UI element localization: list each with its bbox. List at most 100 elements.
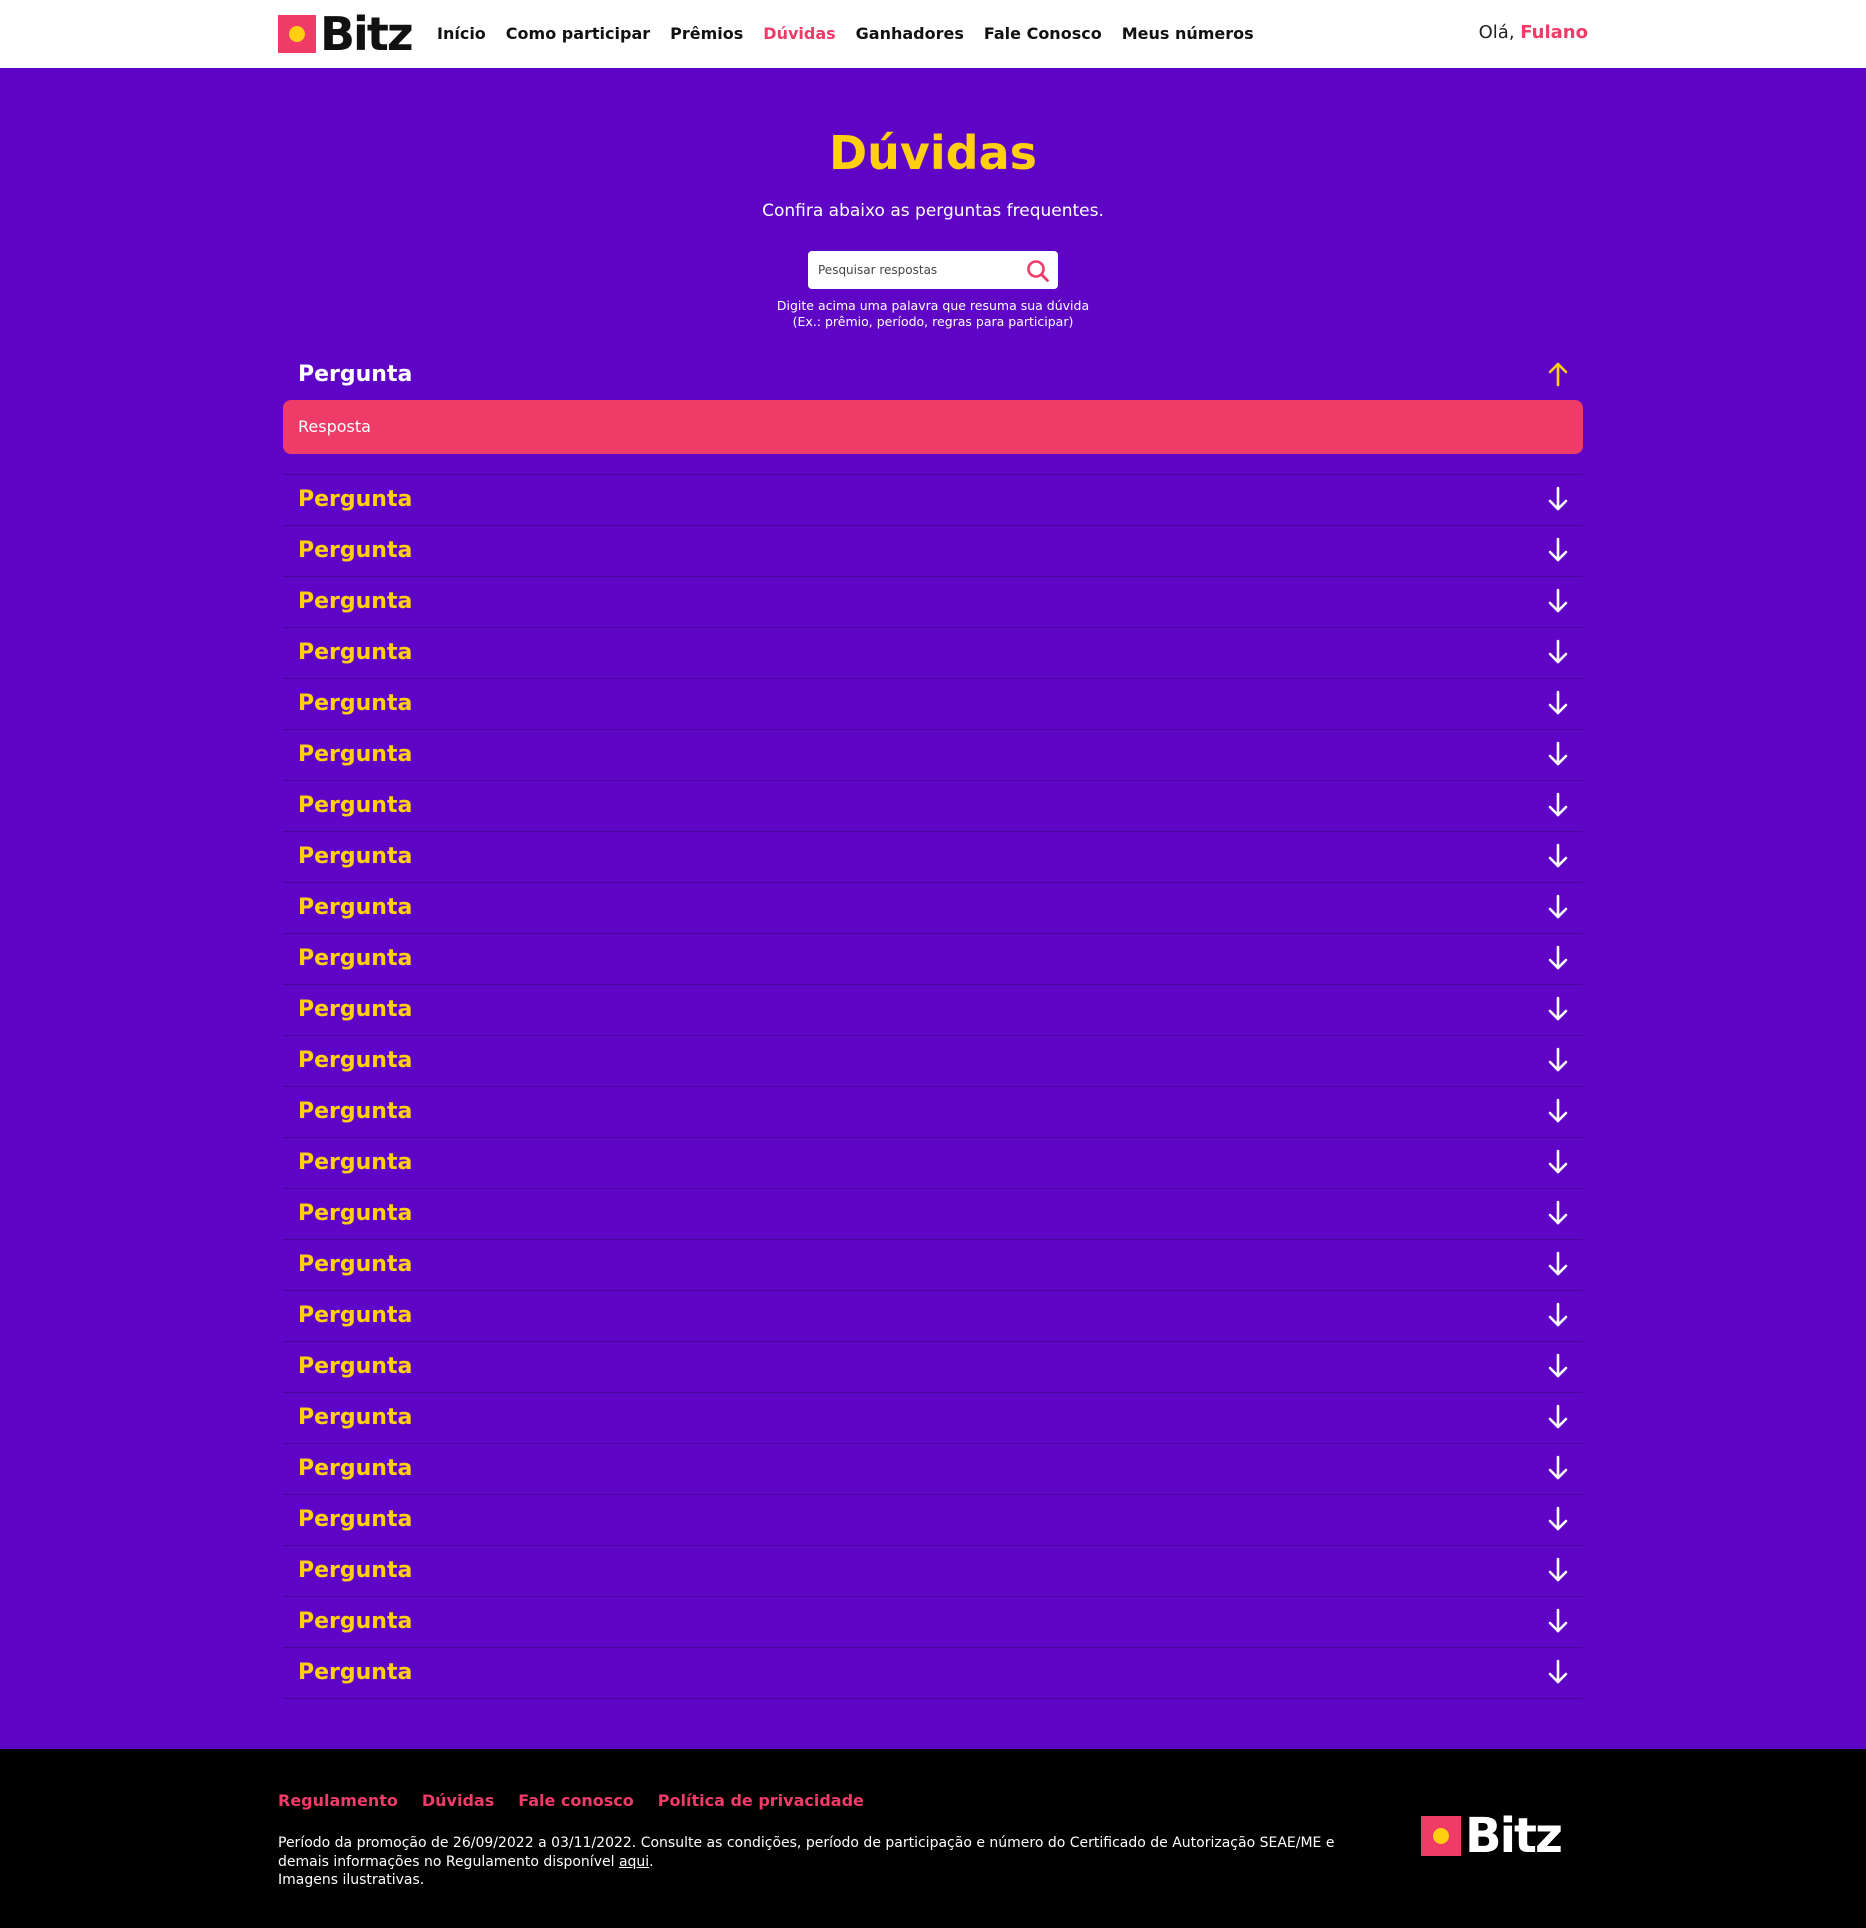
search-input[interactable] [808, 251, 1018, 289]
faq-question-toggle[interactable]: Pergunta [283, 1138, 1583, 1188]
arrow-down-icon[interactable] [1547, 1659, 1569, 1685]
faq-question-toggle[interactable]: Pergunta [283, 985, 1583, 1035]
user-name[interactable]: Fulano [1520, 22, 1588, 43]
greeting-text: Olá, [1478, 22, 1515, 43]
faq-question-toggle[interactable]: Pergunta [283, 1648, 1583, 1698]
nav-item-meus-numeros[interactable]: Meus números [1122, 24, 1254, 43]
faq-question: Pergunta [298, 362, 413, 387]
arrow-down-icon[interactable] [1547, 588, 1569, 614]
faq-question-toggle[interactable]: Pergunta [283, 730, 1583, 780]
faq-item: Pergunta [283, 1495, 1583, 1546]
arrow-down-icon[interactable] [1547, 894, 1569, 920]
page-subtitle: Confira abaixo as perguntas frequentes. [762, 201, 1104, 221]
arrow-down-icon[interactable] [1547, 996, 1569, 1022]
faq-question-toggle[interactable]: Pergunta [283, 1240, 1583, 1290]
faq-question-toggle[interactable]: Pergunta [283, 1036, 1583, 1086]
arrow-down-icon[interactable] [1547, 1455, 1569, 1481]
faq-question-toggle[interactable]: Pergunta [283, 1393, 1583, 1443]
faq-question: Pergunta [298, 1507, 413, 1532]
arrow-down-icon[interactable] [1547, 486, 1569, 512]
faq-question-toggle[interactable]: Pergunta [283, 350, 1583, 400]
faq-question: Pergunta [298, 487, 413, 512]
footer-link-duvidas[interactable]: Dúvidas [422, 1791, 494, 1810]
arrow-down-icon[interactable] [1547, 1251, 1569, 1277]
arrow-up-icon[interactable] [1547, 361, 1569, 387]
faq-item: Pergunta [283, 628, 1583, 679]
main-nav: Início Como participar Prêmios Dúvidas Ganha… [437, 24, 1254, 43]
search-hint: Digite acima uma palavra que resuma sua … [0, 298, 1866, 330]
faq-item: Pergunta [283, 1189, 1583, 1240]
footer-text-line2: demais informações no Regulamento dispon… [278, 1853, 1348, 1872]
faq-question-toggle[interactable]: Pergunta [283, 526, 1583, 576]
nav-item-duvidas[interactable]: Dúvidas [763, 24, 835, 43]
header-logo[interactable]: Bitz [278, 7, 414, 61]
footer-text-line3: Imagens ilustrativas. [278, 1872, 425, 1888]
faq-question-toggle[interactable]: Pergunta [283, 679, 1583, 729]
faq-item: Pergunta [283, 1138, 1583, 1189]
faq-question-toggle[interactable]: Pergunta [283, 1444, 1583, 1494]
arrow-down-icon[interactable] [1547, 741, 1569, 767]
faq-question-toggle[interactable]: Pergunta [283, 1546, 1583, 1596]
faq-question: Pergunta [298, 895, 413, 920]
footer-legal-text: Período da promoção de 26/09/2022 a 03/1… [278, 1834, 1348, 1890]
faq-question-toggle[interactable]: Pergunta [283, 1342, 1583, 1392]
arrow-down-icon[interactable] [1547, 1506, 1569, 1532]
faq-item: Pergunta [283, 1036, 1583, 1087]
arrow-down-icon[interactable] [1547, 1200, 1569, 1226]
faq-item: Pergunta [283, 526, 1583, 577]
arrow-down-icon[interactable] [1547, 1557, 1569, 1583]
faq-item: Pergunta [283, 1240, 1583, 1291]
footer-link-fale-conosco[interactable]: Fale conosco [518, 1791, 634, 1810]
arrow-down-icon[interactable] [1547, 1608, 1569, 1634]
faq-question-toggle[interactable]: Pergunta [283, 883, 1583, 933]
arrow-down-icon[interactable] [1547, 1302, 1569, 1328]
faq-question-toggle[interactable]: Pergunta [283, 628, 1583, 678]
nav-item-inicio[interactable]: Início [437, 24, 486, 43]
faq-item: Pergunta Resposta [283, 350, 1583, 475]
faq-item: Pergunta [283, 985, 1583, 1036]
arrow-down-icon[interactable] [1547, 1404, 1569, 1430]
faq-item: Pergunta [283, 1291, 1583, 1342]
nav-item-como-participar[interactable]: Como participar [506, 24, 650, 43]
faq-question: Pergunta [298, 742, 413, 767]
arrow-down-icon[interactable] [1547, 945, 1569, 971]
nav-item-premios[interactable]: Prêmios [670, 24, 743, 43]
faq-question-toggle[interactable]: Pergunta [283, 781, 1583, 831]
faq-question: Pergunta [298, 1609, 413, 1634]
arrow-down-icon[interactable] [1547, 537, 1569, 563]
faq-question-toggle[interactable]: Pergunta [283, 1597, 1583, 1647]
arrow-down-icon[interactable] [1547, 792, 1569, 818]
faq-question: Pergunta [298, 844, 413, 869]
arrow-down-icon[interactable] [1547, 1098, 1569, 1124]
faq-question-toggle[interactable]: Pergunta [283, 577, 1583, 627]
faq-question: Pergunta [298, 1252, 413, 1277]
faq-question-toggle[interactable]: Pergunta [283, 832, 1583, 882]
nav-item-ganhadores[interactable]: Ganhadores [856, 24, 964, 43]
faq-question-toggle[interactable]: Pergunta [283, 475, 1583, 525]
faq-question: Pergunta [298, 997, 413, 1022]
faq-item: Pergunta [283, 883, 1583, 934]
faq-item: Pergunta [283, 577, 1583, 628]
arrow-down-icon[interactable] [1547, 843, 1569, 869]
faq-question-toggle[interactable]: Pergunta [283, 1189, 1583, 1239]
footer-link-politica-de-privacidade[interactable]: Política de privacidade [658, 1791, 864, 1810]
arrow-down-icon[interactable] [1547, 690, 1569, 716]
faq-question: Pergunta [298, 589, 413, 614]
faq-question-toggle[interactable]: Pergunta [283, 1291, 1583, 1341]
faq-question-toggle[interactable]: Pergunta [283, 934, 1583, 984]
arrow-down-icon[interactable] [1547, 1047, 1569, 1073]
regulation-link[interactable]: aqui [619, 1854, 649, 1870]
footer-link-regulamento[interactable]: Regulamento [278, 1791, 398, 1810]
faq-question: Pergunta [298, 1405, 413, 1430]
arrow-down-icon[interactable] [1547, 639, 1569, 665]
logo-text: Bitz [320, 7, 414, 61]
faq-question-toggle[interactable]: Pergunta [283, 1087, 1583, 1137]
arrow-down-icon[interactable] [1547, 1353, 1569, 1379]
site-footer: Regulamento Dúvidas Fale conosco Política d… [0, 1749, 1866, 1928]
arrow-down-icon[interactable] [1547, 1149, 1569, 1175]
search-icon[interactable] [1026, 259, 1050, 283]
nav-item-fale-conosco[interactable]: Fale Conosco [984, 24, 1102, 43]
faq-question-toggle[interactable]: Pergunta [283, 1495, 1583, 1545]
faq-item: Pergunta [283, 730, 1583, 781]
faq-list: Pergunta Resposta Pergunta Pergunta Pergunta… [283, 350, 1583, 1699]
